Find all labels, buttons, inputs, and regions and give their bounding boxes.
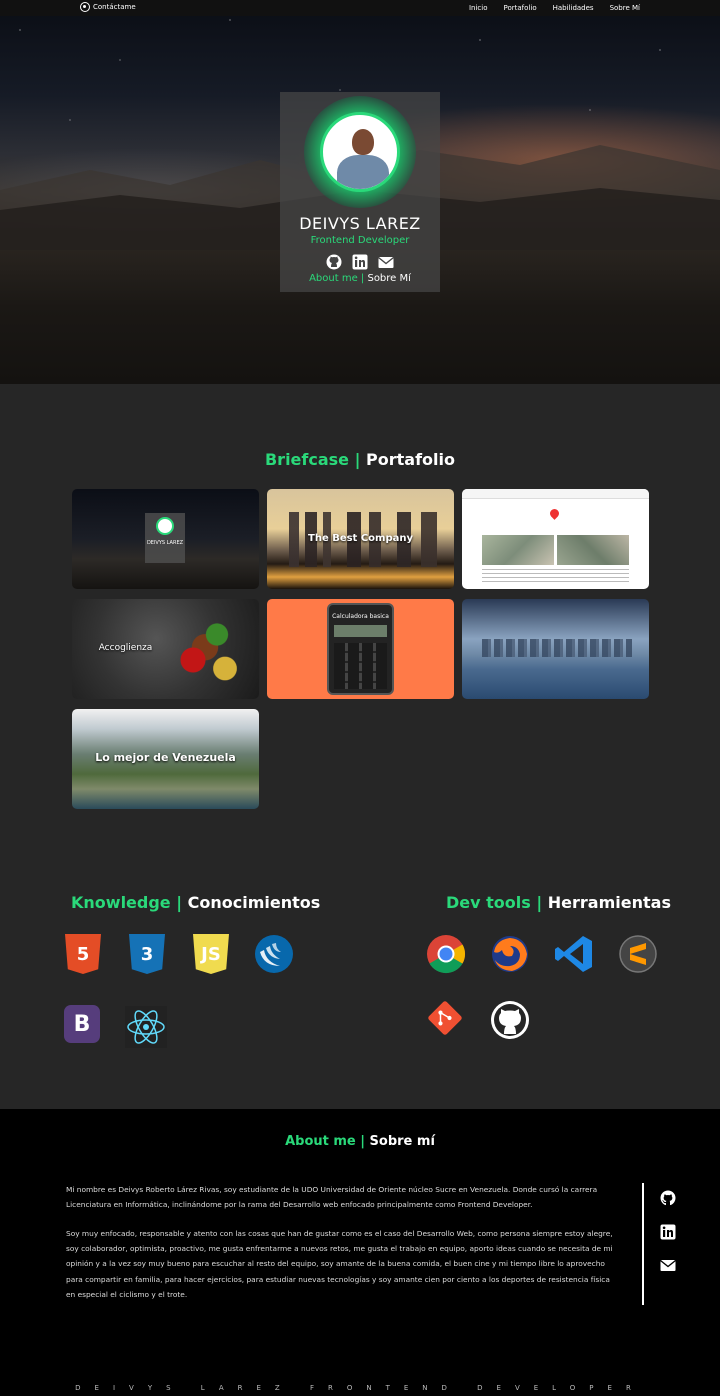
- firefox-icon: [492, 936, 528, 972]
- project-title: Accoglienza: [98, 643, 153, 653]
- linkedin-icon[interactable]: [660, 1224, 676, 1240]
- profile-about-link[interactable]: About me | Sobre Mí: [280, 273, 440, 284]
- nav-link-inicio[interactable]: Inicio: [469, 4, 488, 12]
- js-icon: JS: [193, 934, 229, 974]
- project-title: The Best Company: [308, 533, 413, 544]
- github-icon[interactable]: [326, 254, 342, 270]
- avatar: [320, 112, 400, 192]
- portfolio-title-es: Portafolio: [366, 450, 455, 469]
- about-es: Sobre Mí: [367, 273, 411, 284]
- map-pin-icon: [548, 507, 561, 520]
- project-card-profile[interactable]: DEIVYS LAREZ: [72, 489, 259, 589]
- portfolio-title-en: Briefcase: [264, 450, 350, 469]
- css3-icon: 3: [129, 934, 165, 974]
- nav-links: Inicio Portafolio Habilidades Sobre Mí: [469, 4, 640, 12]
- avatar-ring: [304, 96, 416, 208]
- about-separator: |: [360, 273, 365, 284]
- envelope-icon[interactable]: [660, 1257, 676, 1273]
- nav-link-habilidades[interactable]: Habilidades: [553, 4, 594, 12]
- hero-banner: DEIVYS LAREZ Frontend Developer About me…: [0, 0, 720, 384]
- knowledge-separator: |: [176, 893, 183, 912]
- about-title-en: About me: [285, 1134, 356, 1149]
- about-title-separator: |: [360, 1134, 366, 1149]
- github-icon[interactable]: [660, 1190, 676, 1206]
- calculator-image: Calculadora basica: [327, 603, 394, 695]
- portfolio-title: Briefcase | Portafolio: [0, 450, 720, 469]
- profile-social-icons: [280, 254, 440, 270]
- contact-label: Contáctame: [93, 3, 136, 11]
- project-card-best-company[interactable]: The Best Company: [267, 489, 454, 589]
- profile-role: Frontend Developer: [310, 235, 410, 246]
- git-icon: [428, 1001, 462, 1035]
- project-preview-name: DEIVYS LAREZ: [146, 540, 184, 546]
- about-title-es: Sobre mí: [369, 1134, 435, 1149]
- footer-signature: DEIVYS LAREZ FRONTEND DEVELOPER: [75, 1384, 645, 1392]
- bootstrap-icon: B: [64, 1005, 100, 1043]
- vscode-icon: [555, 936, 592, 972]
- portfolio-grid: DEIVYS LAREZ The Best Company Accoglienz…: [72, 489, 649, 809]
- chrome-icon: [427, 935, 466, 974]
- map-image: [482, 535, 554, 565]
- project-card-city-water[interactable]: [462, 599, 649, 699]
- nav-link-sobre-mi[interactable]: Sobre Mí: [610, 4, 640, 12]
- project-card-accoglienza[interactable]: Accoglienza: [72, 599, 259, 699]
- portfolio-separator: |: [354, 450, 361, 469]
- linkedin-icon[interactable]: [352, 254, 368, 270]
- envelope-icon[interactable]: [378, 254, 394, 270]
- top-nav: Contáctame Inicio Portafolio Habilidades…: [0, 0, 720, 16]
- about-paragraph-1: Mi nombre es Deivys Roberto Lárez Rivas,…: [66, 1185, 598, 1210]
- contact-link[interactable]: Contáctame: [80, 2, 136, 12]
- nav-link-portafolio[interactable]: Portafolio: [504, 4, 537, 12]
- tools-title-en: Dev tools: [446, 893, 531, 912]
- knowledge-title-es: Conocimientos: [187, 893, 321, 912]
- jquery-icon: [255, 935, 293, 973]
- skyline-image: [482, 639, 632, 657]
- html5-icon: 5: [65, 934, 101, 974]
- about-paragraph-2: Soy muy enfocado, responsable y atento c…: [66, 1229, 613, 1299]
- react-icon: [125, 1006, 167, 1048]
- sublime-icon: [619, 935, 657, 973]
- about-en: About me: [309, 273, 358, 284]
- tools-title: Dev tools | Herramientas: [446, 893, 671, 912]
- project-card-maps[interactable]: [462, 489, 649, 589]
- knowledge-title-en: Knowledge: [71, 893, 171, 912]
- map-image: [557, 535, 629, 565]
- about-section: About me | Sobre mí Mi nombre es Deivys …: [0, 1109, 720, 1396]
- profile-name: DEIVYS LAREZ: [299, 214, 421, 233]
- github-icon: [491, 1001, 529, 1039]
- divider: [642, 1183, 644, 1305]
- tools-separator: |: [536, 893, 543, 912]
- about-title: About me | Sobre mí: [0, 1134, 720, 1149]
- tools-title-es: Herramientas: [547, 893, 671, 912]
- whatsapp-icon: [80, 2, 90, 12]
- project-card-venezuela[interactable]: Lo mejor de Venezuela: [72, 709, 259, 809]
- knowledge-title: Knowledge | Conocimientos: [71, 893, 320, 912]
- project-preview-profile: DEIVYS LAREZ: [145, 513, 185, 563]
- calculator-title: Calculadora basica: [332, 613, 389, 620]
- project-title: Lo mejor de Venezuela: [95, 751, 236, 764]
- project-card-calculator[interactable]: Calculadora basica: [267, 599, 454, 699]
- profile-card: DEIVYS LAREZ Frontend Developer About me…: [280, 92, 440, 292]
